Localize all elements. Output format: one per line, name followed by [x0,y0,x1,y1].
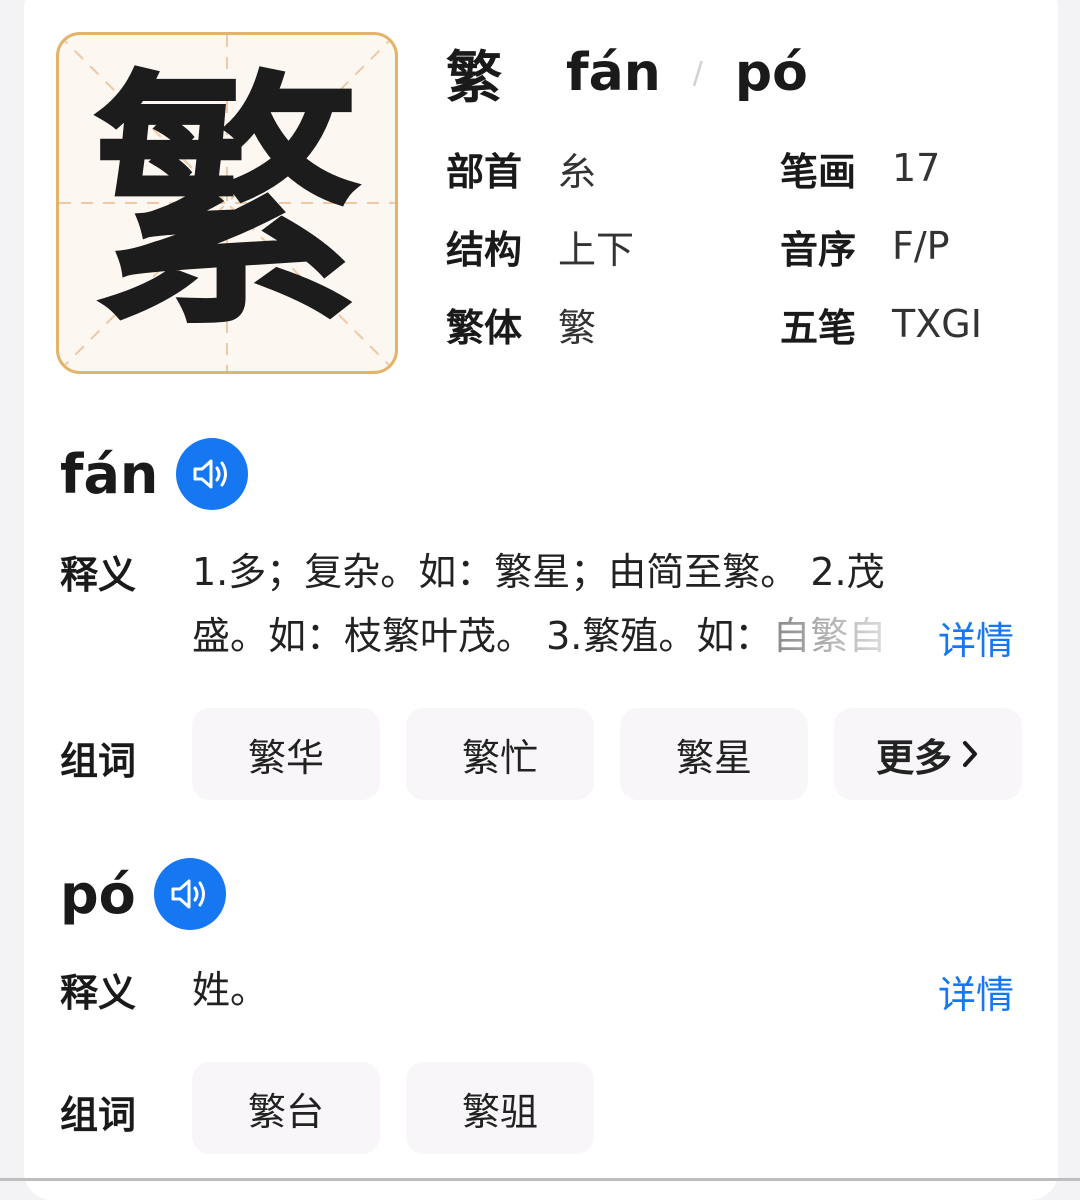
definition-label: 释义 [60,971,137,1015]
pinyin-fan: fán [60,442,159,506]
definition-line-2-text: 盛。如：枝繁叶茂。 3.繁殖。如： [192,614,773,658]
words-label: 组词 [60,1093,137,1137]
word-chip[interactable]: 繁星 [620,708,808,800]
prop-structure-value: 上下 [558,227,635,272]
prop-strokes-value: 17 [892,146,941,190]
prop-radical-label: 部首 [446,149,523,194]
character-glyph-box: 繁 [56,32,398,374]
definition-line-1: 1.多；复杂。如：繁星；由简至繁。 2.茂 [192,550,885,594]
word-chip[interactable]: 繁台 [192,1062,380,1154]
glyph-character: 繁 [92,44,362,362]
definition-label: 释义 [60,553,137,597]
header-reading-1: fán [566,43,661,103]
chevron-right-icon [963,741,977,767]
word-chip[interactable]: 繁忙 [406,708,594,800]
prop-structure: 结构 上下 [446,218,634,274]
prop-structure-label: 结构 [446,227,523,272]
word-chip[interactable]: 繁华 [192,708,380,800]
pronunciation-fan: fán [60,438,249,510]
more-words-label: 更多 [875,735,952,780]
prop-wubi: 五笔 TXGI [780,296,982,352]
more-words-button[interactable]: 更多 [834,708,1022,800]
prop-wubi-value: TXGI [892,302,982,346]
prop-order: 音序 F/P [780,218,950,274]
detail-link-fan[interactable]: 详情 [938,610,1014,665]
header-reading-2: pó [734,43,808,103]
speaker-icon[interactable] [176,438,249,510]
words-label: 组词 [60,739,137,783]
detail-link-po[interactable]: 详情 [938,964,1014,1019]
pinyin-po: pó [60,862,136,926]
prop-traditional: 繁体 繁 [446,296,596,352]
prop-radical-value: 糸 [558,149,597,194]
prop-radical: 部首 糸 [446,140,596,196]
prop-traditional-value: 繁 [558,305,597,350]
definition-fade-text: 自繁自 [772,614,887,658]
prop-traditional-label: 繁体 [446,305,523,350]
definition-line-2: 盛。如：枝繁叶茂。 3.繁殖。如：自繁自 [192,604,886,668]
word-chip[interactable]: 繁驵 [406,1062,594,1154]
prop-wubi-label: 五笔 [780,305,857,350]
pronunciation-po: pó [60,858,226,930]
definition-line-1: 姓。 [192,968,269,1012]
prop-strokes-label: 笔画 [780,149,857,194]
character-header: 繁 fán / pó [446,38,808,111]
header-character: 繁 [446,45,502,111]
prop-order-value: F/P [892,224,950,268]
header-separator: / [692,55,703,91]
prop-order-label: 音序 [780,227,857,272]
prop-strokes: 笔画 17 [780,140,940,196]
speaker-icon[interactable] [153,858,226,930]
